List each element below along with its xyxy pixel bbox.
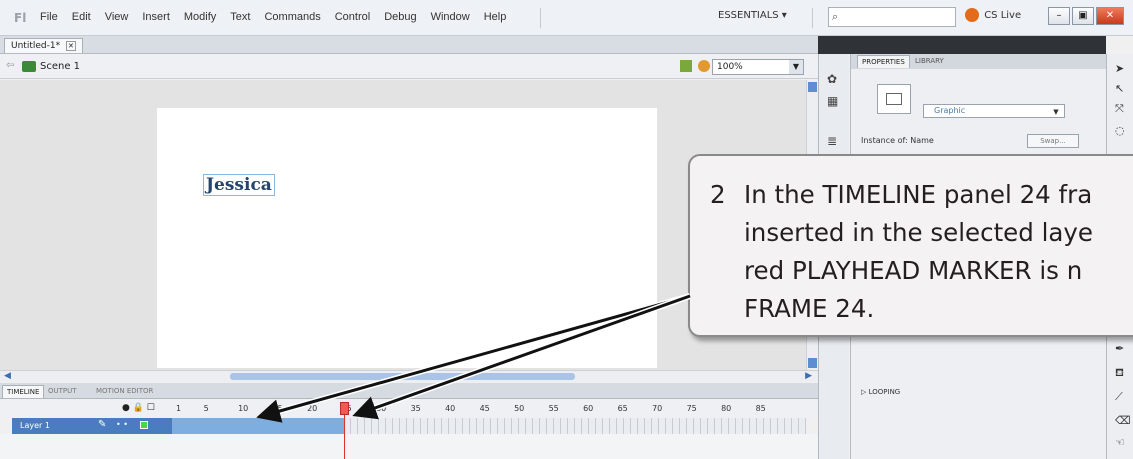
arrow-to-frames bbox=[256, 294, 691, 423]
arrow-to-playhead bbox=[352, 294, 691, 420]
callout-arrows bbox=[256, 293, 692, 423]
